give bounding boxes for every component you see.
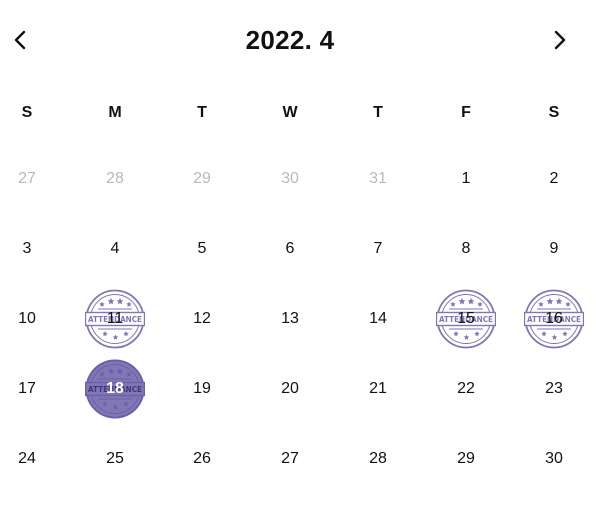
day-cell[interactable]: 25: [83, 427, 147, 491]
day-number: 19: [193, 380, 211, 397]
day-number: 31: [369, 170, 387, 187]
day-cell[interactable]: ATTENDANCE 15: [434, 287, 498, 351]
calendar: 2022. 4 SMTWTFS 27 28 29 30 31 1 2 3 4 5 6 7 8 9 10 ATT…: [0, 0, 596, 513]
day-number: 4: [110, 240, 120, 257]
day-number: 24: [18, 450, 36, 467]
day-cell[interactable]: 24: [0, 427, 59, 491]
day-number: 5: [197, 240, 207, 257]
day-number: 22: [457, 380, 475, 397]
day-number: 26: [193, 450, 211, 467]
day-cell[interactable]: 23: [522, 357, 586, 421]
day-cell-today[interactable]: ATTENDANCE 18: [83, 357, 147, 421]
day-number: 27: [18, 170, 36, 187]
day-cell[interactable]: 8: [434, 217, 498, 281]
day-cell[interactable]: ATTENDANCE 16: [522, 287, 586, 351]
day-cell[interactable]: 9: [522, 217, 586, 281]
calendar-header: 2022. 4: [0, 0, 596, 80]
day-number: 15: [457, 310, 475, 327]
month-title: 2022. 4: [245, 25, 335, 55]
day-number: 27: [281, 450, 299, 467]
day-number: 17: [18, 380, 36, 397]
weekday-header-row: SMTWTFS: [0, 98, 596, 128]
day-cell[interactable]: 29: [434, 427, 498, 491]
day-number: 9: [549, 240, 559, 257]
day-number: 30: [281, 170, 299, 187]
day-number: 6: [285, 240, 295, 257]
day-cell[interactable]: 6: [258, 217, 322, 281]
day-number: 14: [369, 310, 387, 327]
day-cell[interactable]: 19: [170, 357, 234, 421]
day-number: 21: [369, 380, 387, 397]
day-number: 8: [461, 240, 471, 257]
day-cell[interactable]: 27: [258, 427, 322, 491]
weekday-label: S: [21, 104, 33, 121]
day-cell[interactable]: 20: [258, 357, 322, 421]
day-number: 25: [106, 450, 124, 467]
day-cell[interactable]: 27: [0, 147, 59, 211]
day-number: 2: [549, 170, 559, 187]
day-cell[interactable]: 26: [170, 427, 234, 491]
chevron-right-icon: [554, 30, 566, 50]
weekday-label: F: [461, 104, 471, 121]
day-cell[interactable]: 28: [346, 427, 410, 491]
day-number: 3: [22, 240, 32, 257]
day-number: 30: [545, 450, 563, 467]
weekday-label: M: [108, 104, 122, 121]
day-cell[interactable]: 7: [346, 217, 410, 281]
day-number: 13: [281, 310, 299, 327]
day-number: 29: [193, 170, 211, 187]
day-cell[interactable]: 31: [346, 147, 410, 211]
day-cell[interactable]: 3: [0, 217, 59, 281]
day-number: 28: [369, 450, 387, 467]
weekday-label: T: [373, 104, 383, 121]
day-cell[interactable]: 12: [170, 287, 234, 351]
day-number: 10: [18, 310, 36, 327]
day-number: 1: [461, 170, 471, 187]
day-cell[interactable]: ATTENDANCE 11: [83, 287, 147, 351]
day-cell[interactable]: 30: [258, 147, 322, 211]
day-cell[interactable]: 28: [83, 147, 147, 211]
day-cell[interactable]: 1: [434, 147, 498, 211]
day-cell[interactable]: 10: [0, 287, 59, 351]
day-number: 28: [106, 170, 124, 187]
day-number: 23: [545, 380, 563, 397]
day-number: 29: [457, 450, 475, 467]
day-number: 16: [545, 310, 563, 327]
day-number: 18: [106, 380, 124, 397]
day-cell[interactable]: 21: [346, 357, 410, 421]
day-cell[interactable]: 22: [434, 357, 498, 421]
day-grid: 27 28 29 30 31 1 2 3 4 5 6 7 8 9 10 ATTENDANCE 11 12 13 14 A…: [0, 147, 596, 497]
day-number: 12: [193, 310, 211, 327]
day-cell[interactable]: 5: [170, 217, 234, 281]
day-cell[interactable]: 13: [258, 287, 322, 351]
weekday-label: S: [548, 104, 560, 121]
next-month-button[interactable]: [541, 22, 577, 58]
day-cell[interactable]: 2: [522, 147, 586, 211]
day-cell[interactable]: 14: [346, 287, 410, 351]
day-number: 7: [373, 240, 383, 257]
day-cell[interactable]: 29: [170, 147, 234, 211]
weekday-label: T: [197, 104, 207, 121]
day-number: 11: [106, 310, 124, 327]
day-cell[interactable]: 17: [0, 357, 59, 421]
day-number: 20: [281, 380, 299, 397]
day-cell[interactable]: 30: [522, 427, 586, 491]
weekday-label: W: [282, 104, 298, 121]
day-cell[interactable]: 4: [83, 217, 147, 281]
